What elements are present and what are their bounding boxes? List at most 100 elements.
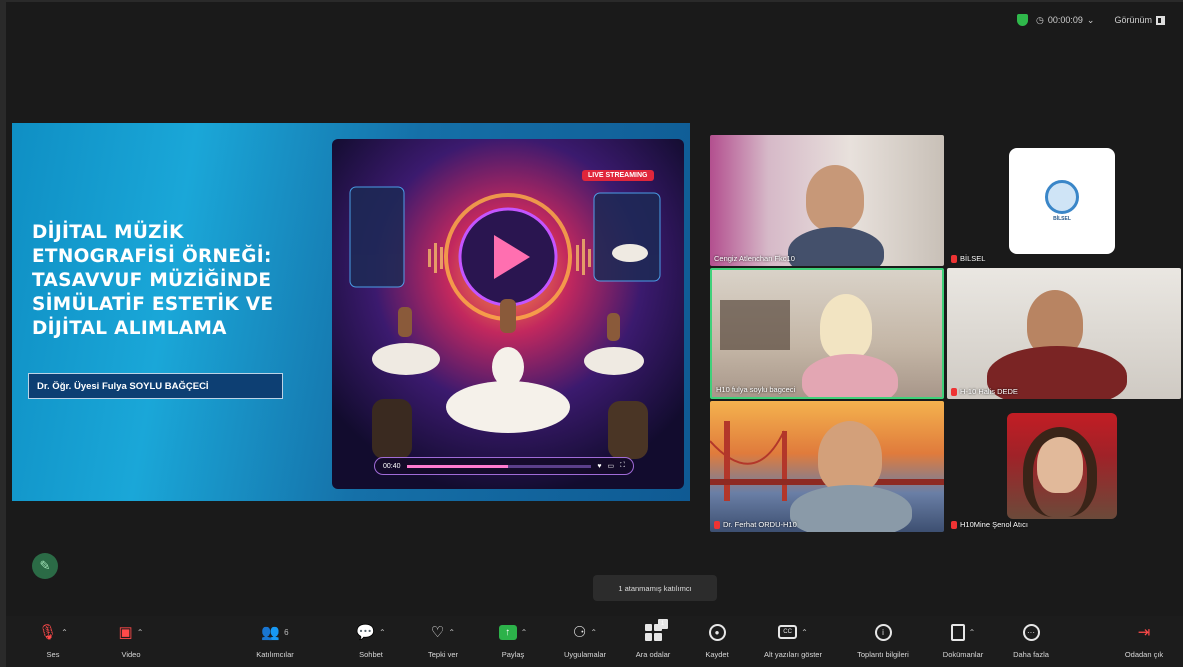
logo-text: BİLSEL	[1053, 216, 1071, 222]
participants-label: Katılımcılar	[256, 650, 294, 659]
document-icon	[950, 623, 965, 641]
gallery-view-icon	[1156, 15, 1165, 25]
participant-face	[806, 165, 864, 231]
slide-author-box: Dr. Öğr. Üyesi Fulya SOYLU BAĞÇECİ	[28, 373, 283, 399]
top-status-bar: ◷ 00:00:09 ⌄ Görünüm	[1017, 14, 1165, 26]
participant-tile[interactable]: BİLSEL BİLSEL	[947, 135, 1181, 266]
heart-outline-icon: ♡	[430, 624, 445, 641]
documents-button[interactable]: ⌃ Dokümanlar	[930, 620, 996, 659]
participant-tile[interactable]: Dr. Ferhat ORDU-H10	[710, 401, 944, 532]
slide-title-line: DİJİTAL MÜZİK	[32, 222, 184, 243]
closed-captions-icon: CC	[778, 625, 798, 639]
share-label: Paylaş	[501, 650, 525, 659]
participant-photo	[1007, 413, 1117, 519]
record-label: Kaydet	[705, 650, 729, 659]
player-time: 00:40	[383, 462, 401, 470]
participant-name: BİLSEL	[960, 254, 986, 263]
meeting-info-label: Toplantı bilgileri	[857, 650, 909, 659]
slide-title-line: DİJİTAL ALIMLAMA	[32, 318, 227, 339]
participant-body	[802, 354, 898, 397]
leave-room-icon: ⇥	[1137, 624, 1151, 641]
view-button[interactable]: Görünüm	[1114, 15, 1165, 25]
breakout-rooms-button[interactable]: 1 Ara odalar	[620, 618, 686, 659]
more-dots-icon: ···	[1022, 623, 1040, 641]
participant-tile[interactable]: H-10 Halis DEDE	[947, 268, 1181, 399]
captions-label: Alt yazıları göster	[764, 650, 822, 659]
apps-button[interactable]: ⚆ ⌃ Uygulamalar	[552, 620, 618, 659]
chevron-up-icon[interactable]: ⌃	[448, 628, 455, 637]
participant-hair	[1023, 427, 1097, 517]
participants-count: 6	[284, 627, 289, 637]
view-label: Görünüm	[1114, 15, 1152, 25]
participant-face	[820, 294, 872, 360]
share-screen-icon: ↑	[498, 624, 517, 640]
screen-icon: ▭	[607, 463, 615, 470]
chevron-up-icon[interactable]: ⌃	[379, 628, 386, 637]
audio-label: Ses	[46, 650, 60, 659]
chevron-up-icon[interactable]: ⌃	[590, 628, 597, 637]
captions-button[interactable]: CC ⌃ Alt yazıları göster	[760, 620, 826, 659]
more-label: Daha fazla	[1013, 650, 1049, 659]
player-progress-fill	[406, 464, 509, 468]
timer-value: 00:00:09	[1047, 15, 1083, 25]
info-icon: i	[874, 623, 892, 641]
share-button[interactable]: ↑ ⌃ Paylaş	[480, 620, 546, 659]
participant-name-label: H-10 Halis DEDE	[951, 387, 1018, 396]
chevron-up-icon[interactable]: ⌃	[521, 628, 528, 637]
security-shield-icon[interactable]	[1017, 14, 1029, 26]
zoom-meeting-window: ◷ 00:00:09 ⌄ Görünüm DİJİTAL MÜZİK ETNOG…	[0, 0, 1183, 667]
reactions-button[interactable]: ♡ ⌃ Tepki ver	[410, 620, 476, 659]
participant-tile-active-speaker[interactable]: H10 fulya soylu bagceci	[710, 268, 944, 399]
mic-muted-icon	[714, 520, 720, 529]
record-icon: ●	[708, 623, 726, 641]
leave-label: Odadan çık	[1124, 650, 1164, 659]
chevron-up-icon[interactable]: ⌃	[61, 628, 68, 637]
participant-face	[818, 421, 882, 493]
fullscreen-icon: ⛶	[620, 462, 625, 469]
edit-pencil-icon[interactable]: ✎	[32, 553, 58, 579]
record-button[interactable]: ● Kaydet	[684, 620, 750, 659]
clock-icon: ◷	[1036, 14, 1044, 25]
live-streaming-badge: LIVE STREAMING	[582, 170, 654, 181]
participant-name-label: H10Mine Şenol Atıcı	[951, 520, 1028, 529]
mic-muted-icon	[951, 520, 957, 529]
meeting-info-button[interactable]: i Toplantı bilgileri	[850, 620, 916, 659]
participants-icon: 👥	[261, 624, 281, 641]
bilsel-logo: BİLSEL	[1009, 148, 1115, 254]
video-label: Video	[121, 650, 141, 659]
slide-title-line: TASAVVUF MÜZİĞİNDE	[32, 270, 272, 291]
audio-button[interactable]: 🎙 ⌃ Ses	[20, 620, 86, 659]
participant-name: Dr. Ferhat ORDU-H10	[723, 520, 797, 529]
chat-label: Sohbet	[359, 650, 383, 659]
participants-button[interactable]: 👥 6 Katılımcılar	[242, 620, 308, 659]
mic-muted-icon	[951, 387, 957, 396]
apps-icon: ⚆	[572, 624, 587, 641]
chevron-down-icon: ⌄	[1086, 14, 1095, 25]
heart-icon: ♥	[597, 462, 602, 470]
video-button[interactable]: ▣ ⌃ Video	[98, 620, 164, 659]
chevron-up-icon[interactable]: ⌃	[137, 628, 144, 637]
breakout-rooms-label: Ara odalar	[635, 650, 671, 659]
unassigned-participants-tooltip: 1 atanmamış katılımcı	[593, 575, 717, 601]
more-button[interactable]: ··· Daha fazla	[998, 620, 1064, 659]
logo-emblem	[1045, 180, 1079, 214]
chevron-up-icon[interactable]: ⌃	[969, 628, 976, 637]
player-progress	[406, 464, 592, 468]
chat-button[interactable]: 💬 ⌃ Sohbet	[338, 620, 404, 659]
participant-tile[interactable]: Cengiz Atlenchan Fkc10	[710, 135, 944, 266]
participant-name-label: BİLSEL	[951, 254, 985, 263]
slide-title: DİJİTAL MÜZİK ETNOGRAFİSİ ÖRNEĞİ: TASAVV…	[32, 221, 332, 341]
participant-name: H10 fulya soylu bagceci	[716, 385, 796, 394]
background-shelf	[720, 300, 790, 350]
participant-name-label: Cengiz Atlenchan Fkc10	[714, 254, 795, 263]
leave-button[interactable]: ⇥ Odadan çık	[1111, 620, 1177, 659]
breakout-rooms-icon: 1	[644, 618, 668, 641]
participant-name: H-10 Halis DEDE	[960, 387, 1018, 396]
meeting-timer[interactable]: ◷ 00:00:09 ⌄	[1036, 15, 1094, 26]
mic-muted-icon: 🎙	[38, 624, 58, 641]
participant-tile[interactable]: H10Mine Şenol Atıcı	[947, 401, 1181, 532]
chevron-up-icon[interactable]: ⌃	[801, 628, 808, 637]
dervish-streaming-illustration: LIVE STREAMING 00:40 ♥ ▭ ⛶	[332, 139, 684, 489]
notification-badge: 1	[657, 618, 668, 629]
documents-label: Dokümanlar	[942, 650, 984, 659]
